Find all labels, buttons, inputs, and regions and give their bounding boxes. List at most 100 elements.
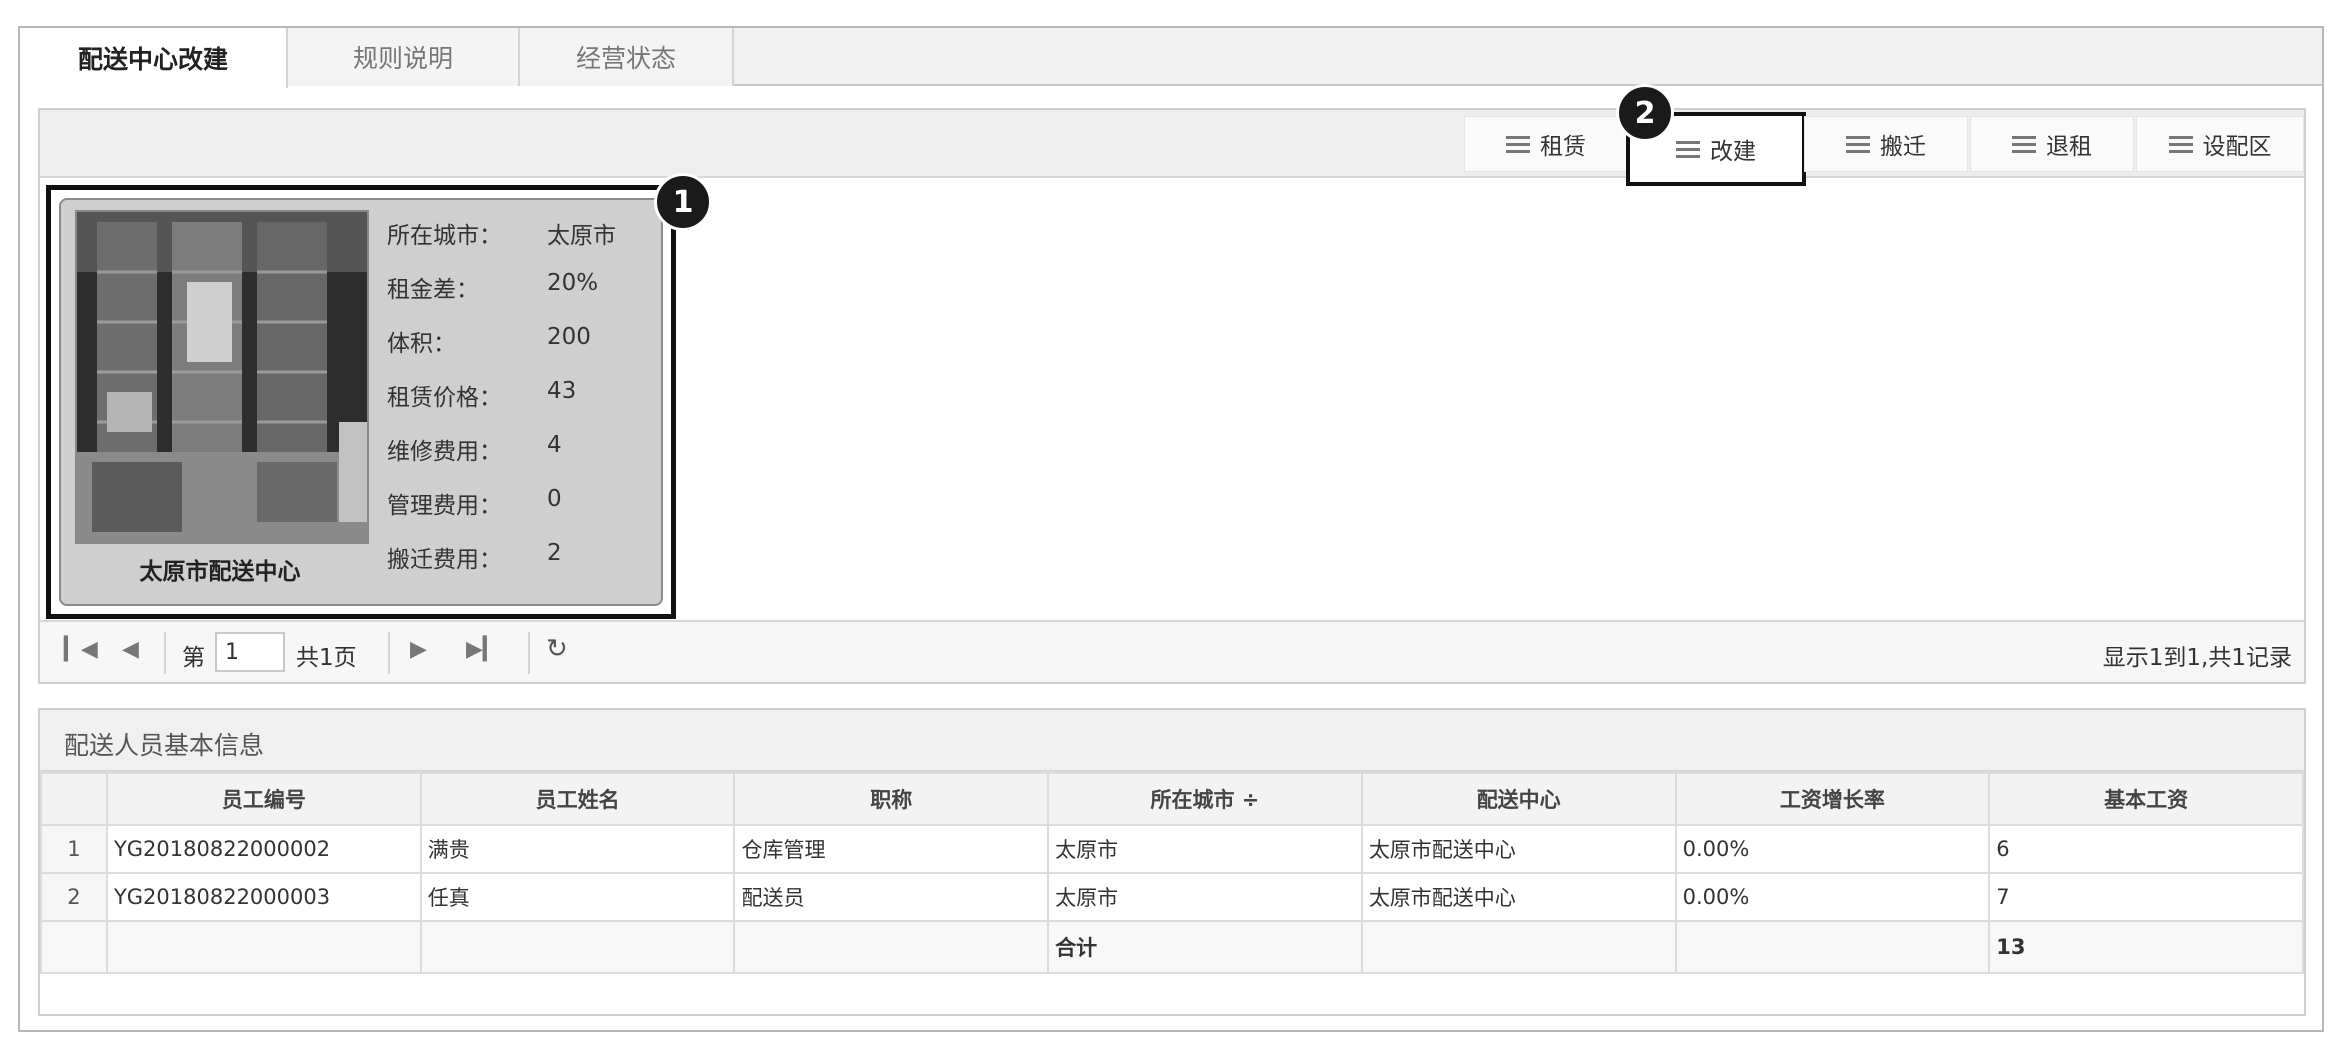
pager-separator xyxy=(388,632,390,674)
info-label: 管理费用： xyxy=(387,493,502,519)
table-cell: 配送员 xyxy=(733,872,1050,922)
refresh-icon[interactable]: ↻ xyxy=(546,634,568,664)
row-number: 2 xyxy=(40,872,108,922)
action-toolbar: 租赁 改建 搬迁 退租 设配区 xyxy=(40,110,2304,186)
last-page-icon[interactable]: ▶▎ xyxy=(466,637,500,662)
staff-table: 员工编号 员工姓名 职称 所在城市 ÷ 配送中心 工资增长率 基本工资 1 YG… xyxy=(40,772,2304,974)
record-summary: 显示1到1,共1记录 xyxy=(2102,645,2292,671)
table-cell: 0.00% xyxy=(1674,824,1991,874)
table-cell: 太原市配送中心 xyxy=(1360,872,1677,922)
tab-business-status[interactable]: 经营状态 xyxy=(520,28,734,86)
next-page-icon[interactable]: ▶ xyxy=(410,637,427,662)
page-prefix: 第 xyxy=(182,645,205,671)
table-cell: 太原市 xyxy=(1047,872,1363,922)
info-management-cost: 管理费用： 0 xyxy=(387,486,562,526)
column-header[interactable]: 工资增长率 xyxy=(1674,772,1991,826)
table-cell xyxy=(1674,920,1991,974)
table-row[interactable]: 2 YG20180822000003 任真 配送员 太原市 太原市配送中心 0.… xyxy=(40,872,2304,922)
info-label: 维修费用： xyxy=(387,439,502,465)
set-zone-button[interactable]: 设配区 xyxy=(2136,116,2304,172)
relocate-button[interactable]: 搬迁 xyxy=(1804,116,1968,172)
renovate-button-label: 改建 xyxy=(1710,139,1756,165)
pagination-bar: ▎◀ ◀ 第 共1页 ▶ ▶▎ ↻ 显示1到1,共1记录 xyxy=(40,620,2304,682)
info-label: 租金差： xyxy=(387,277,479,303)
info-volume: 体积： 200 xyxy=(387,324,591,364)
table-cell xyxy=(733,920,1050,974)
tab-renovate-center[interactable]: 配送中心改建 xyxy=(20,28,288,88)
info-label: 所在城市： xyxy=(387,223,502,249)
info-rent-diff: 租金差： 20% xyxy=(387,270,598,310)
terminate-lease-button[interactable]: 退租 xyxy=(1970,116,2134,172)
table-cell: 太原市 xyxy=(1047,824,1363,874)
row-number xyxy=(40,920,108,974)
table-cell: YG20180822000003 xyxy=(105,872,422,922)
prev-page-icon[interactable]: ◀ xyxy=(122,637,139,662)
info-value: 43 xyxy=(547,378,577,404)
row-number-header xyxy=(40,772,108,826)
table-cell: 满贵 xyxy=(419,824,736,874)
list-icon xyxy=(1846,135,1870,153)
info-label: 体积： xyxy=(387,331,456,357)
column-header[interactable]: 所在城市 ÷ xyxy=(1047,772,1363,826)
table-cell: 6 xyxy=(1988,824,2304,874)
relocate-button-label: 搬迁 xyxy=(1880,134,1926,160)
center-name: 太原市配送中心 xyxy=(139,559,301,585)
staff-info-panel: 配送人员基本信息 员工编号 员工姓名 职称 所在城市 ÷ 配送中心 工资增长率 … xyxy=(38,708,2306,1016)
info-city: 所在城市： 太原市 xyxy=(387,216,616,256)
panel-title: 配送人员基本信息 xyxy=(40,710,2304,772)
table-cell: 仓库管理 xyxy=(733,824,1050,874)
info-value: 0 xyxy=(547,486,562,512)
page-number-input[interactable] xyxy=(215,632,285,672)
pager-separator xyxy=(528,632,530,674)
table-header-row: 员工编号 员工姓名 职称 所在城市 ÷ 配送中心 工资增长率 基本工资 xyxy=(40,772,2304,826)
table-cell xyxy=(419,920,736,974)
table-footer-row: 合计 13 xyxy=(40,920,2304,974)
column-header[interactable]: 员工姓名 xyxy=(419,772,736,826)
warehouse-image xyxy=(77,212,367,542)
table-cell: 任真 xyxy=(419,872,736,922)
table-cell: 太原市配送中心 xyxy=(1360,824,1677,874)
terminate-lease-button-label: 退租 xyxy=(2046,134,2092,160)
callout-2-badge: 2 xyxy=(1616,84,1674,142)
list-icon xyxy=(1506,135,1530,153)
list-icon xyxy=(2012,135,2036,153)
info-repair-cost: 维修费用： 4 xyxy=(387,432,562,472)
info-value: 20% xyxy=(547,270,599,296)
pager-separator xyxy=(164,632,166,674)
selected-center-highlight: 太原市配送中心 所在城市： 太原市 租金差： 20% 体积： 200 租赁价格：… xyxy=(46,185,676,619)
column-header[interactable]: 员工编号 xyxy=(105,772,422,826)
info-label: 搬迁费用： xyxy=(387,547,502,573)
tab-rules[interactable]: 规则说明 xyxy=(288,28,520,86)
first-page-icon[interactable]: ▎◀ xyxy=(64,637,98,662)
info-value: 太原市 xyxy=(547,223,616,249)
table-cell xyxy=(1360,920,1677,974)
tab-bar: 配送中心改建 规则说明 经营状态 xyxy=(20,28,2322,88)
info-relocation-cost: 搬迁费用： 2 xyxy=(387,540,562,580)
salary-total: 13 xyxy=(1988,920,2304,974)
column-header[interactable]: 基本工资 xyxy=(1988,772,2304,826)
table-cell: YG20180822000002 xyxy=(105,824,422,874)
table-cell xyxy=(105,920,422,974)
list-icon xyxy=(1676,140,1700,158)
column-header[interactable]: 职称 xyxy=(733,772,1050,826)
info-label: 租赁价格： xyxy=(387,385,502,411)
list-icon xyxy=(2168,135,2193,153)
distribution-center-card[interactable]: 太原市配送中心 所在城市： 太原市 租金差： 20% 体积： 200 租赁价格：… xyxy=(59,198,663,606)
lease-button[interactable]: 租赁 xyxy=(1464,116,1628,172)
set-zone-button-label: 设配区 xyxy=(2202,134,2272,160)
window-frame: 配送中心改建 规则说明 经营状态 租赁 改建 搬迁 退租 设配区 2 太原市配送… xyxy=(18,26,2324,1032)
column-header[interactable]: 配送中心 xyxy=(1360,772,1677,826)
info-value: 200 xyxy=(547,324,591,350)
page-total: 共1页 xyxy=(296,645,357,671)
warehouse-photo xyxy=(75,210,369,544)
callout-1-badge: 1 xyxy=(654,173,712,231)
info-value: 4 xyxy=(547,432,562,458)
row-number: 1 xyxy=(40,824,108,874)
total-label: 合计 xyxy=(1047,920,1363,974)
lease-button-label: 租赁 xyxy=(1540,134,1586,160)
table-row[interactable]: 1 YG20180822000002 满贵 仓库管理 太原市 太原市配送中心 0… xyxy=(40,824,2304,874)
info-value: 2 xyxy=(547,540,562,566)
table-cell: 7 xyxy=(1988,872,2304,922)
info-lease-price: 租赁价格： 43 xyxy=(387,378,576,418)
table-cell: 0.00% xyxy=(1674,872,1991,922)
